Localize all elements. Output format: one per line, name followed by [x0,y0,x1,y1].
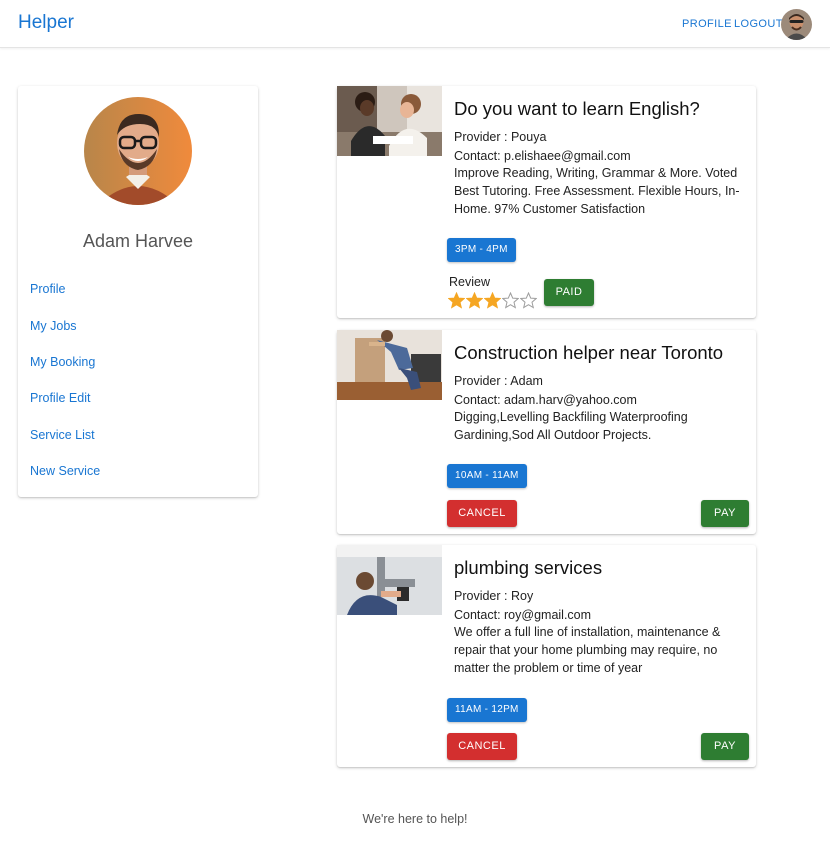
service-title: plumbing services [454,557,603,578]
sidebar-item-service-list[interactable]: Service List [30,428,95,442]
star-filled-icon[interactable] [466,292,483,309]
profile-card: Adam Harvee Profile My Jobs My Booking P… [18,86,258,497]
time-slot-chip[interactable]: 10AM - 11AM [447,464,527,488]
service-card: plumbing services Provider : Roy Contact… [337,545,756,767]
review-label: Review [449,275,490,289]
time-slot-chip[interactable]: 3PM - 4PM [447,238,516,262]
service-image-plumbing [337,545,442,615]
app-bar: Helper PROFILE LOGOUT [0,0,830,48]
brand-logo[interactable]: Helper [18,12,74,34]
cancel-button[interactable]: CANCEL [447,733,517,760]
footer-text: We're here to help! [362,812,468,826]
service-contact: Contact: roy@gmail.com [454,608,592,622]
sidebar-item-profile[interactable]: Profile [30,282,65,296]
service-card: Construction helper near Toronto Provide… [337,330,756,534]
sidebar-item-my-jobs[interactable]: My Jobs [30,319,77,333]
service-provider: Provider : Roy [454,589,534,603]
pay-button[interactable]: PAY [701,733,749,760]
service-image-tutoring [337,86,442,156]
nav-profile-link[interactable]: PROFILE [682,18,732,30]
star-outline-icon[interactable] [520,292,537,309]
service-provider: Provider : Pouya [454,130,547,144]
star-outline-icon[interactable] [502,292,519,309]
sidebar-item-profile-edit[interactable]: Profile Edit [30,391,90,405]
star-filled-icon[interactable] [448,292,465,309]
user-name: Adam Harvee [82,231,194,251]
nav-logout-link[interactable]: LOGOUT [734,18,783,30]
service-provider: Provider : Adam [454,374,543,388]
service-contact: Contact: adam.harv@yahoo.com [454,393,637,407]
avatar[interactable] [781,9,812,40]
sidebar-item-my-booking[interactable]: My Booking [30,355,95,369]
paid-button[interactable]: PAID [544,279,594,306]
sidebar-item-new-service[interactable]: New Service [30,464,100,478]
star-filled-icon[interactable] [484,292,501,309]
service-image-construction [337,330,442,400]
profile-photo [84,97,192,205]
service-description: Improve Reading, Writing, Grammar & More… [454,166,740,217]
time-slot-chip[interactable]: 11AM - 12PM [447,698,527,722]
service-description: We offer a full line of installation, ma… [454,625,721,676]
service-contact: Contact: p.elishaee@gmail.com [454,149,631,163]
rating-stars[interactable] [448,292,537,309]
service-description: Digging,Levelling Backfiling Waterproofi… [454,410,688,443]
service-title: Construction helper near Toronto [454,342,724,363]
cancel-button[interactable]: CANCEL [447,500,517,527]
service-card: Do you want to learn English? Provider :… [337,86,756,318]
pay-button[interactable]: PAY [701,500,749,527]
service-title: Do you want to learn English? [454,98,700,119]
